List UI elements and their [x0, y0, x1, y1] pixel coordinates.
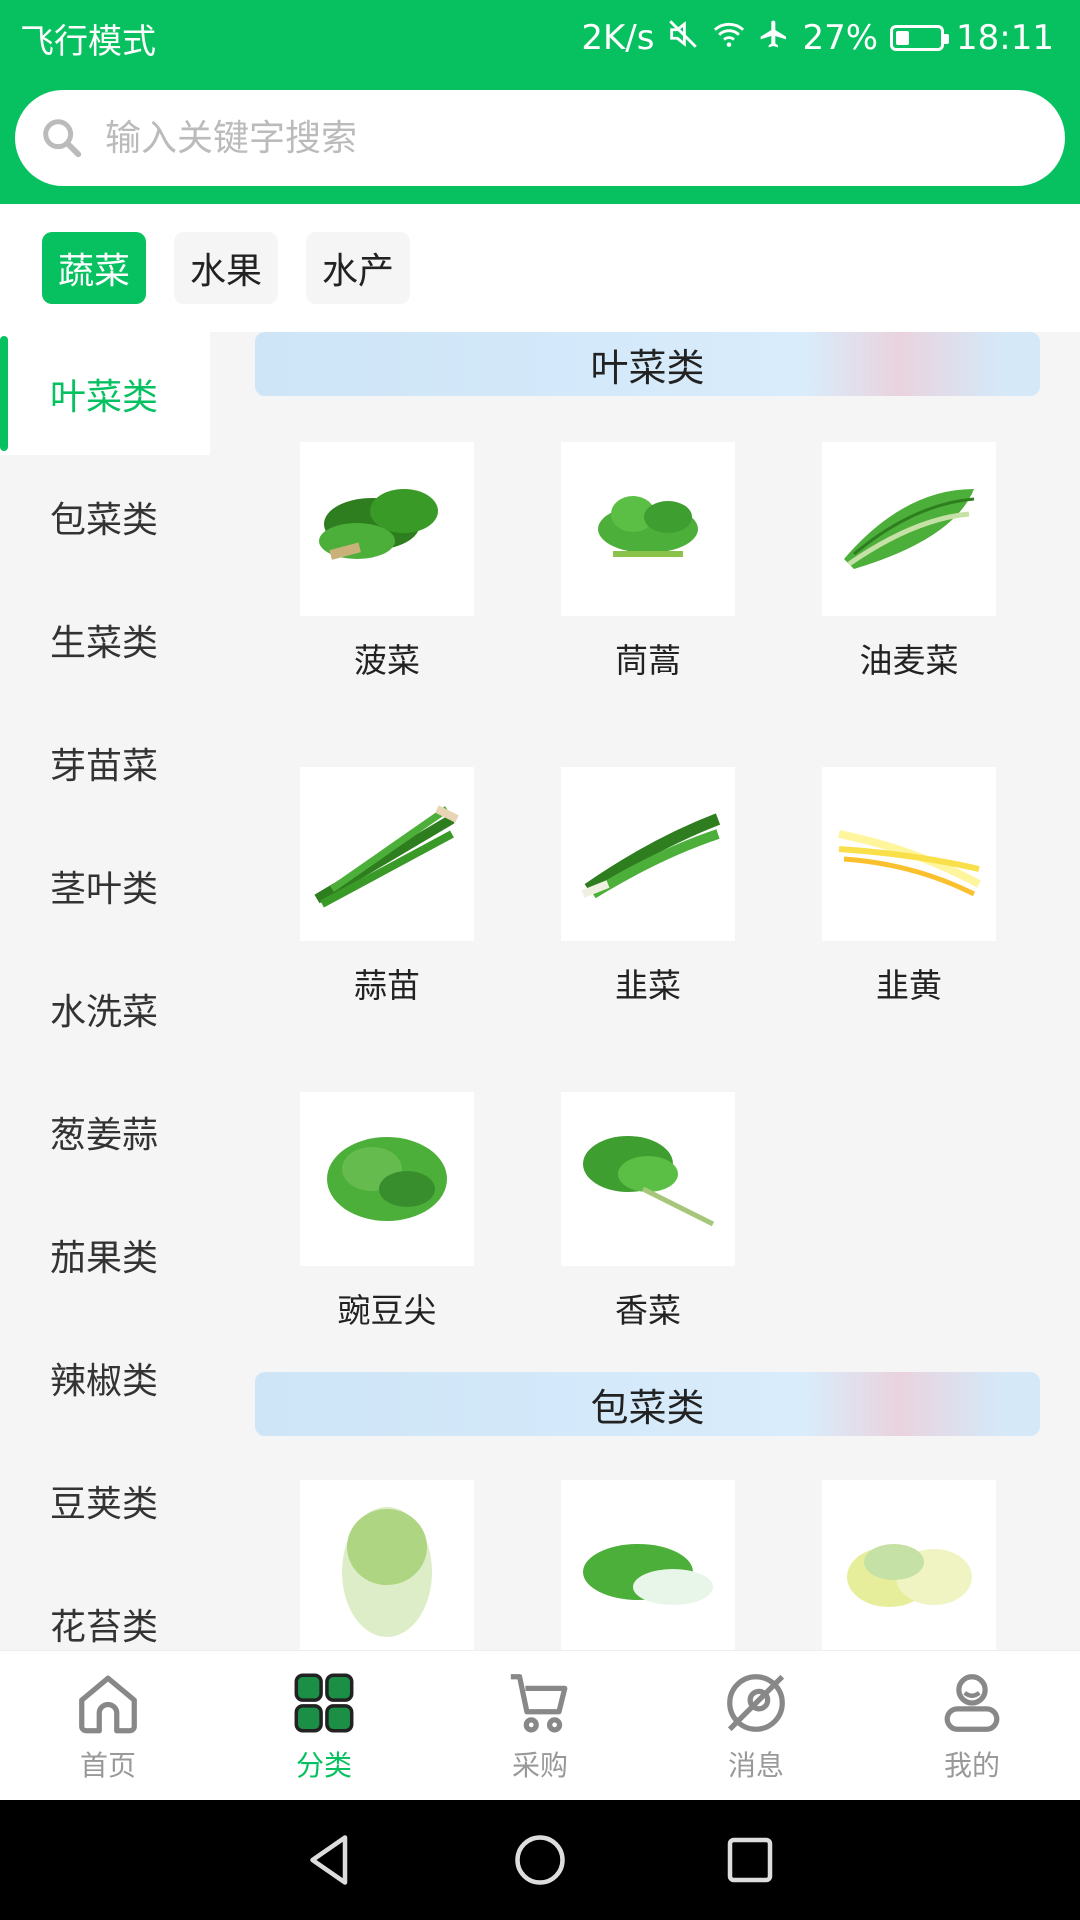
- nav-label: 采购: [511, 1748, 568, 1782]
- nav-profile[interactable]: 我的: [864, 1651, 1080, 1800]
- subcategory-sidebar: 叶菜类 包菜类 生菜类 芽苗菜 茎叶类 水洗菜 葱姜蒜 茄果类 辣椒类 豆荚类 …: [0, 332, 210, 1650]
- sidebar-item-sprouts[interactable]: 芽苗菜: [0, 701, 210, 824]
- nav-category[interactable]: 分类: [216, 1651, 432, 1800]
- product-name: 蒜苗: [354, 966, 420, 1005]
- sidebar-item-leafy[interactable]: 叶菜类: [0, 332, 210, 455]
- sidebar-item-stem-leaf[interactable]: 茎叶类: [0, 824, 210, 947]
- sidebar-item-beans[interactable]: 豆荚类: [0, 1439, 210, 1562]
- tab-vegetables[interactable]: 蔬菜: [42, 232, 147, 304]
- profile-icon: [944, 1673, 1000, 1732]
- nav-purchase[interactable]: 采购: [432, 1651, 648, 1800]
- back-icon[interactable]: [300, 1830, 360, 1890]
- product-romaine[interactable]: 油麦菜: [822, 442, 996, 682]
- product-yellow-chives[interactable]: 韭黄: [822, 767, 996, 1007]
- message-icon: [727, 1673, 785, 1732]
- sidebar-item-washed[interactable]: 水洗菜: [0, 947, 210, 1070]
- search-icon: [43, 119, 82, 158]
- product-name: 油麦菜: [859, 641, 959, 680]
- product-pea-shoots[interactable]: 豌豆尖: [300, 1092, 474, 1332]
- product-name: 菠菜: [354, 641, 420, 680]
- search-bar[interactable]: [15, 90, 1065, 186]
- home-circle-icon[interactable]: [510, 1830, 570, 1890]
- nav-messages[interactable]: 消息: [648, 1651, 864, 1800]
- product-image: [561, 1092, 735, 1266]
- product-image: [822, 767, 996, 941]
- status-indicators: 2K/s 27% 18:11: [581, 17, 1054, 60]
- product-chives[interactable]: 韭菜: [561, 767, 735, 1007]
- nav-label: 首页: [79, 1748, 136, 1782]
- product-bok-choy[interactable]: [561, 1480, 735, 1650]
- battery-icon: [890, 25, 950, 51]
- product-image: [561, 1480, 735, 1650]
- product-name: 豌豆尖: [337, 1291, 437, 1330]
- product-image: [561, 442, 735, 616]
- product-coriander[interactable]: 香菜: [561, 1092, 735, 1332]
- category-grid-icon: [294, 1673, 354, 1732]
- product-image: [822, 442, 996, 616]
- sidebar-item-lettuce[interactable]: 生菜类: [0, 578, 210, 701]
- sidebar-item-flower-stalk[interactable]: 花苔类: [0, 1562, 210, 1650]
- product-image: [300, 767, 474, 941]
- sidebar-item-peppers[interactable]: 辣椒类: [0, 1316, 210, 1439]
- product-image: [561, 767, 735, 941]
- product-napa-cabbage[interactable]: [300, 1480, 474, 1650]
- system-navigation-bar: [0, 1800, 1080, 1920]
- battery-percent: 27%: [802, 18, 879, 58]
- product-name: 韭黄: [876, 966, 942, 1005]
- product-image: [300, 1092, 474, 1266]
- product-baby-cabbage[interactable]: [822, 1480, 996, 1650]
- tab-seafood[interactable]: 水产: [306, 232, 411, 304]
- tab-fruits[interactable]: 水果: [174, 232, 279, 304]
- search-input[interactable]: [103, 116, 1007, 160]
- product-spinach[interactable]: 菠菜: [300, 442, 474, 682]
- status-bar: 飞行模式 2K/s 27% 18:11: [0, 0, 1080, 76]
- sidebar-item-scallion-ginger-garlic[interactable]: 葱姜蒜: [0, 1070, 210, 1193]
- nav-label: 消息: [727, 1748, 784, 1782]
- nav-label: 我的: [943, 1748, 1000, 1782]
- product-name: 香菜: [615, 1291, 681, 1330]
- product-crown-daisy[interactable]: 茼蒿: [561, 442, 735, 682]
- nav-home[interactable]: 首页: [0, 1651, 216, 1800]
- section-header-cabbage: 包菜类: [255, 1372, 1040, 1436]
- section-header-leafy: 叶菜类: [255, 332, 1040, 396]
- product-image: [822, 1480, 996, 1650]
- top-category-tabs: 蔬菜 水果 水产: [0, 204, 1080, 332]
- product-name: 韭菜: [615, 966, 681, 1005]
- cart-icon: [510, 1673, 568, 1732]
- product-content: 叶菜类 菠菜 茼蒿 油麦菜 蒜苗 韭菜 韭黄 豌豆尖 香菜 包菜类: [210, 332, 1080, 1650]
- recents-icon[interactable]: [720, 1830, 780, 1890]
- wifi-icon: [712, 17, 746, 60]
- sidebar-item-cabbage[interactable]: 包菜类: [0, 455, 210, 578]
- nav-label: 分类: [295, 1748, 352, 1782]
- clock: 18:11: [956, 18, 1054, 58]
- network-speed: 2K/s: [581, 18, 655, 58]
- bottom-navigation: 首页 分类 采购 消息 我的: [0, 1650, 1080, 1800]
- mute-icon: [666, 17, 700, 60]
- airplane-mode-label: 飞行模式: [20, 21, 156, 62]
- sidebar-item-nightshade[interactable]: 茄果类: [0, 1193, 210, 1316]
- product-image: [300, 442, 474, 616]
- home-icon: [79, 1675, 137, 1733]
- search-header: [0, 76, 1080, 204]
- product-name: 茼蒿: [615, 641, 681, 680]
- product-garlic-sprout[interactable]: 蒜苗: [300, 767, 474, 1007]
- product-image: [300, 1480, 474, 1650]
- airplane-icon: [758, 18, 790, 59]
